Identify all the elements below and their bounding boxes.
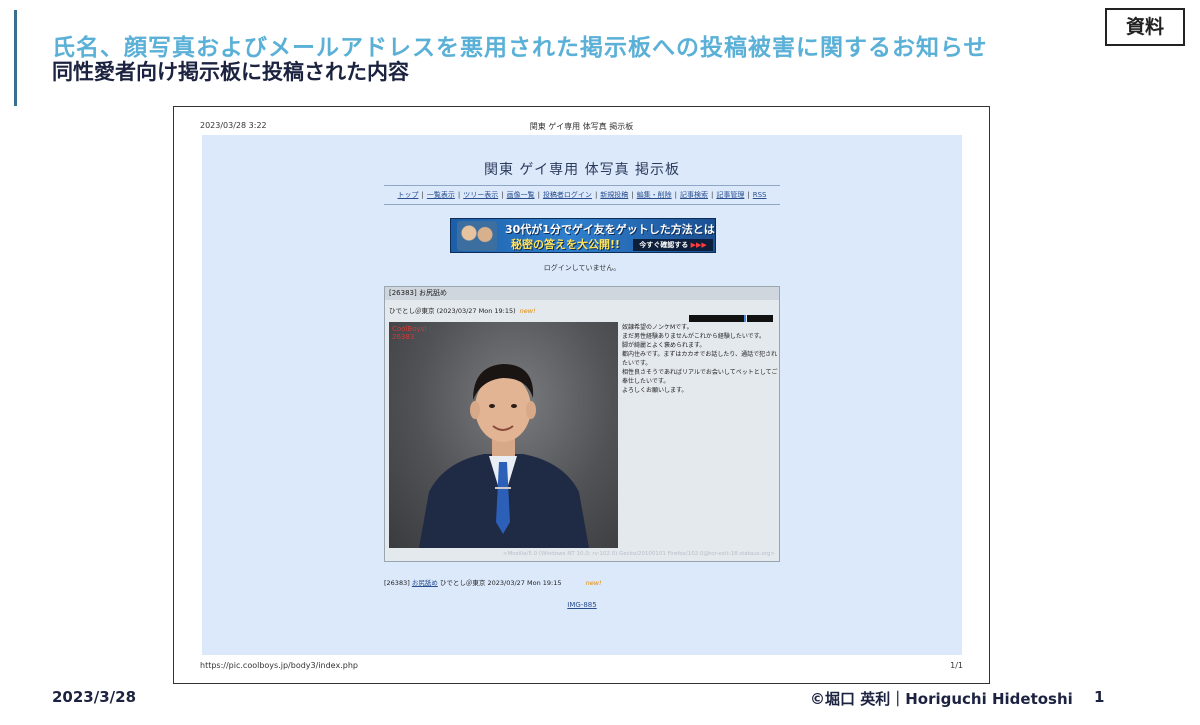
post-author: ひでとし＠東京 (2023/03/27 Mon 19:15) bbox=[389, 307, 516, 315]
redaction-bar bbox=[689, 315, 745, 322]
post-user-agent: <Mozilla/5.0 (Windows NT 10.0; rv:102.0)… bbox=[502, 551, 775, 557]
bulletin-board-page: 関東 ゲイ専用 体写真 掲示板 トップ | 一覧表示 | ツリー表示 | 画像一覧 | 投稿者ロ… bbox=[202, 135, 962, 655]
nav-link-images[interactable]: 画像一覧 bbox=[507, 191, 535, 199]
post-header: [26383] お尻舐め bbox=[385, 287, 779, 300]
nav-divider-bottom bbox=[384, 204, 780, 205]
document-badge: 資料 bbox=[1105, 8, 1185, 46]
nav-link-login[interactable]: 投稿者ログイン bbox=[543, 191, 592, 199]
print-page-count: 1/1 bbox=[950, 661, 963, 670]
printed-webpage: 2023/03/28 3:22 関東 ゲイ専用 体写真 掲示板 関東 ゲイ専用 … bbox=[173, 106, 990, 684]
board-title: 関東 ゲイ専用 体写真 掲示板 bbox=[483, 162, 681, 178]
board-nav: トップ | 一覧表示 | ツリー表示 | 画像一覧 | 投稿者ログイン | 新規投稿 | 編集・削除 | 記… bbox=[397, 191, 767, 199]
accent-bar bbox=[14, 10, 17, 106]
redaction-bar bbox=[747, 315, 773, 322]
post-body-line: 相性良さそうであればリアルでお会いしてペットとしてご奉仕したいです。 bbox=[622, 369, 778, 385]
post-author-line: ひでとし＠東京 (2023/03/27 Mon 19:15) new! bbox=[389, 305, 536, 315]
nav-link-new-post[interactable]: 新規投稿 bbox=[600, 191, 628, 199]
post-body-line: 奴隷希望のノンケMです。 bbox=[622, 324, 693, 331]
login-status: ログインしていません。 bbox=[543, 264, 621, 272]
banner-photo bbox=[457, 221, 497, 251]
triple-arrow-icon: ▶▶▶ bbox=[690, 241, 707, 249]
print-url: https://pic.coolboys.jp/body3/index.php bbox=[200, 661, 358, 670]
banner-cta-label: 今すぐ確認する bbox=[639, 241, 689, 249]
thread-id: [26383] bbox=[384, 579, 410, 587]
nav-link-edit-delete[interactable]: 編集・削除 bbox=[637, 191, 672, 199]
thread-author-date: ひでとし＠東京 2023/03/27 Mon 19:15 bbox=[439, 579, 562, 587]
post-body-line: まだ男性経験ありませんがこれから経験したいです。 bbox=[622, 333, 766, 340]
slide-copyright: ©堀口 英利｜Horiguchi Hidetoshi bbox=[810, 690, 1073, 708]
post-body: 奴隷希望のノンケMです。 まだ男性経験ありませんがこれから経験したいです。 脚が… bbox=[622, 323, 778, 395]
nav-link-admin[interactable]: 記事管理 bbox=[716, 191, 744, 199]
nav-link-list[interactable]: 一覧表示 bbox=[427, 191, 455, 199]
post-body-line: 脚が綺麗とよく褒められます。 bbox=[622, 342, 706, 349]
post-body-line: よろしくお願いします。 bbox=[622, 387, 688, 394]
new-badge: new! bbox=[519, 307, 536, 315]
redaction-mark bbox=[744, 315, 746, 322]
ad-banner[interactable]: 30代が1分でゲイ友をゲットした方法とは?! 秘密の答えを大公開!! 今すぐ確認… bbox=[450, 218, 716, 253]
print-page-title: 関東 ゲイ専用 体写真 掲示板 bbox=[529, 122, 634, 131]
thread-subject-link[interactable]: お尻舐め bbox=[412, 579, 438, 587]
slide-subtitle: 同性愛者向け掲示板に投稿された内容 bbox=[52, 60, 409, 84]
nav-link-search[interactable]: 記事検索 bbox=[680, 191, 708, 199]
banner-headline: 30代が1分でゲイ友をゲットした方法とは?! bbox=[505, 223, 716, 236]
photo-watermark: CoolBoys! 26383 bbox=[392, 325, 428, 341]
post-card: [26383] お尻舐め ひでとし＠東京 (2023/03/27 Mon 19:… bbox=[384, 286, 780, 562]
image-link[interactable]: IMG-885 bbox=[202, 601, 962, 609]
nav-link-tree[interactable]: ツリー表示 bbox=[463, 191, 498, 199]
banner-subheadline: 秘密の答えを大公開!! bbox=[511, 238, 621, 251]
nav-divider-top bbox=[384, 185, 780, 186]
new-badge: new! bbox=[585, 579, 602, 587]
post-body-line: 都内住みです。まずはカカオでお話したり、通話で犯されたいです。 bbox=[622, 351, 778, 367]
slide-page-number: 1 bbox=[1094, 688, 1105, 706]
portrait-illustration bbox=[419, 364, 589, 548]
slide-date: 2023/3/28 bbox=[52, 688, 137, 706]
nav-link-top[interactable]: トップ bbox=[398, 191, 419, 199]
nav-link-rss[interactable]: RSS bbox=[753, 191, 767, 199]
banner-cta-button[interactable]: 今すぐ確認する ▶▶▶ bbox=[633, 239, 713, 251]
post-photo[interactable]: CoolBoys! 26383 bbox=[389, 322, 618, 548]
thread-list-entry: [26383] お尻舐め ひでとし＠東京 2023/03/27 Mon 19:1… bbox=[384, 577, 602, 587]
